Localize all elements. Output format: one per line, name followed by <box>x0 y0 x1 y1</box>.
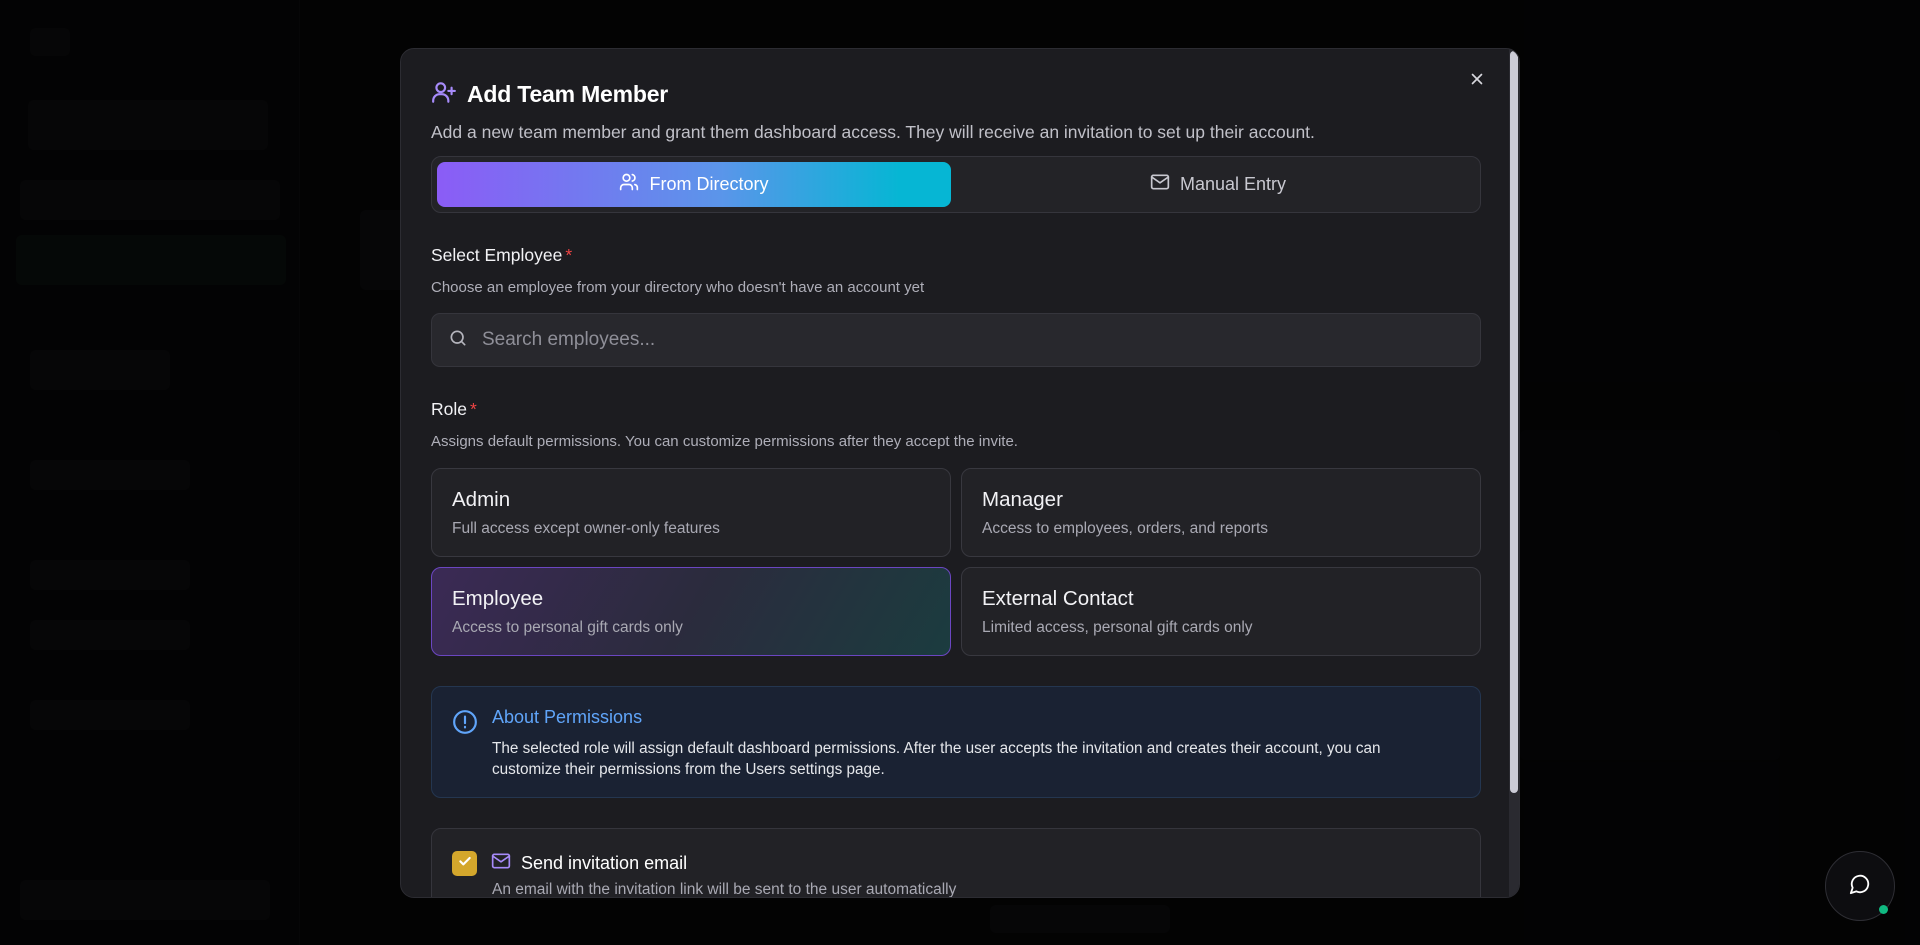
required-mark: * <box>565 245 573 265</box>
dialog-header: Add Team Member Add a new team member an… <box>431 79 1315 143</box>
info-circle-icon <box>452 709 478 777</box>
role-description: Access to employees, orders, and reports <box>982 520 1269 537</box>
tab-label: From Directory <box>649 174 769 194</box>
role-option-manager[interactable]: Manager Access to employees, orders, and… <box>961 468 1481 557</box>
role-name: Manager <box>982 488 1063 511</box>
tab-manual-entry[interactable]: Manual Entry <box>961 162 1475 207</box>
users-icon <box>619 172 639 197</box>
info-title: About Permissions <box>492 707 643 727</box>
mail-icon <box>1150 172 1170 197</box>
select-employee-help: Choose an employee from your directory w… <box>431 279 925 296</box>
role-label: Role * <box>431 399 477 420</box>
employee-search-input[interactable] <box>482 329 1442 351</box>
field-label-text: Role <box>431 399 467 419</box>
role-description: Full access except owner-only features <box>452 520 720 537</box>
select-employee-label: Select Employee * <box>431 245 572 266</box>
role-description: Limited access, personal gift cards only <box>982 619 1253 636</box>
info-text: The selected role will assign default da… <box>492 740 1381 778</box>
dialog-subtitle: Add a new team member and grant them das… <box>431 122 1315 142</box>
check-icon <box>457 853 473 874</box>
employee-search-box <box>431 313 1481 367</box>
chat-bubble-icon <box>1849 873 1871 900</box>
chat-support-button[interactable] <box>1825 851 1895 921</box>
role-help: Assigns default permissions. You can cus… <box>431 433 1018 450</box>
online-status-dot <box>1879 905 1888 914</box>
tab-from-directory[interactable]: From Directory <box>437 162 951 207</box>
role-name: External Contact <box>982 587 1134 610</box>
add-team-member-dialog: Add Team Member Add a new team member an… <box>400 48 1520 898</box>
search-icon <box>448 328 468 353</box>
invitation-label-text: Send invitation email <box>521 853 688 873</box>
scrollbar-thumb[interactable] <box>1510 51 1518 793</box>
send-invitation-label[interactable]: Send invitation email <box>491 851 687 876</box>
role-option-admin[interactable]: Admin Full access except owner-only feat… <box>431 468 951 557</box>
close-icon <box>1468 70 1486 93</box>
role-options: Admin Full access except owner-only feat… <box>431 468 1481 656</box>
role-description: Access to personal gift cards only <box>452 619 683 636</box>
send-invitation-checkbox[interactable] <box>452 851 477 876</box>
send-invitation-option: Send invitation email An email with the … <box>431 828 1481 898</box>
role-option-external-contact[interactable]: External Contact Limited access, persona… <box>961 567 1481 656</box>
field-label-text: Select Employee <box>431 245 563 265</box>
role-name: Admin <box>452 488 511 511</box>
close-button[interactable] <box>1465 69 1489 93</box>
role-option-employee[interactable]: Employee Access to personal gift cards o… <box>431 567 951 656</box>
dialog-scrollbar[interactable] <box>1509 49 1519 897</box>
permissions-info-box: About Permissions The selected role will… <box>431 686 1481 798</box>
tab-label: Manual Entry <box>1179 174 1287 194</box>
send-invitation-description: An email with the invitation link will b… <box>492 881 957 898</box>
entry-mode-tabs: From Directory Manual Entry <box>431 156 1481 213</box>
required-mark: * <box>470 399 477 419</box>
user-plus-icon <box>431 79 457 110</box>
mail-icon <box>491 851 511 876</box>
dialog-title: Add Team Member <box>467 81 669 107</box>
role-name: Employee <box>452 587 544 610</box>
